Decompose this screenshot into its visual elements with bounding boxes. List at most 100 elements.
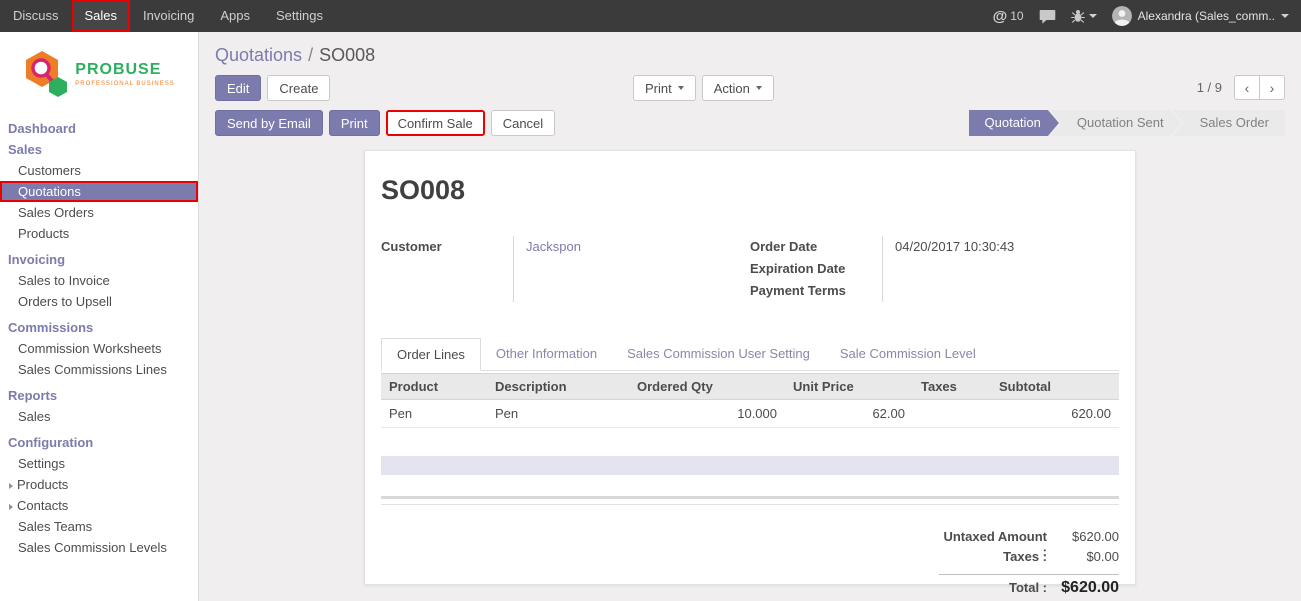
probuse-logo-icon: [23, 49, 69, 99]
chevron-down-icon: [756, 86, 762, 90]
sidebar: PROBUSE PROFESSIONAL BUSINESS Dashboard …: [0, 32, 199, 601]
sidebar-item-settings[interactable]: Settings: [0, 453, 198, 474]
pager: ‹ ›: [1234, 75, 1285, 100]
avatar: [1112, 6, 1132, 26]
breadcrumb: Quotations / SO008: [215, 44, 1285, 66]
taxes-label: Taxes :: [939, 549, 1047, 564]
sidebar-item-products[interactable]: Products: [0, 223, 198, 244]
breadcrumb-separator: /: [308, 45, 313, 65]
field-groups: Customer Jackspon Order Date Expiration …: [381, 236, 1119, 302]
cell-taxes: [913, 400, 991, 428]
send-by-email-button[interactable]: Send by Email: [215, 110, 323, 136]
topbar-menu-settings[interactable]: Settings: [263, 0, 336, 32]
sidebar-heading-sales[interactable]: Sales: [0, 139, 198, 160]
activities-button[interactable]: @ 10: [993, 8, 1024, 25]
column-unit-price[interactable]: Unit Price: [785, 374, 913, 400]
sidebar-item-customers[interactable]: Customers: [0, 160, 198, 181]
sidebar-item-orders-to-upsell[interactable]: Orders to Upsell: [0, 291, 198, 312]
print-dropdown-button[interactable]: Print: [633, 75, 696, 101]
cell-subtotal: 620.00: [991, 400, 1119, 428]
taxes-value: $0.00: [1047, 549, 1119, 564]
action-bar: Send by Email Print Confirm Sale Cancel …: [215, 110, 1285, 136]
pager-previous-button[interactable]: ‹: [1234, 75, 1260, 100]
topbar-menus: Discuss Sales Invoicing Apps Settings: [0, 0, 336, 32]
sidebar-item-sales-orders[interactable]: Sales Orders: [0, 202, 198, 223]
table-header-row: Product Description Ordered Qty Unit Pri…: [381, 374, 1119, 400]
confirm-sale-button[interactable]: Confirm Sale: [386, 110, 485, 136]
control-panel-buttons-row: Edit Create Print Action 1 / 9 ‹ ›: [215, 75, 1285, 101]
column-taxes[interactable]: Taxes: [913, 374, 991, 400]
chevron-down-icon: [1089, 14, 1097, 18]
logo-subtitle: PROFESSIONAL BUSINESS: [75, 81, 174, 87]
column-product[interactable]: Product: [381, 374, 487, 400]
sidebar-item-quotations[interactable]: Quotations: [0, 181, 198, 202]
chevron-right-icon: [9, 483, 13, 489]
content-area: Quotations / SO008 Edit Create Print Actio…: [199, 32, 1301, 601]
status-quotation-sent[interactable]: Quotation Sent: [1050, 110, 1182, 136]
sidebar-heading-commissions[interactable]: Commissions: [0, 317, 198, 338]
totals-divider: [939, 574, 1119, 575]
chevron-down-icon: [1281, 14, 1289, 18]
tab-sale-commission-level[interactable]: Sale Commission Level: [825, 338, 991, 370]
customer-value[interactable]: Jackspon: [526, 236, 750, 258]
sidebar-item-sales-commission-levels[interactable]: Sales Commission Levels: [0, 537, 198, 558]
customer-label: Customer: [381, 236, 513, 258]
messages-button[interactable]: [1039, 9, 1056, 24]
form-view: SO008 Customer Jackspon Or: [199, 136, 1301, 601]
quotation-sheet: SO008 Customer Jackspon Or: [364, 150, 1136, 585]
breadcrumb-quotations[interactable]: Quotations: [215, 45, 302, 65]
separator-thick: [381, 496, 1119, 499]
user-menu[interactable]: Alexandra (Sales_comm..: [1112, 6, 1289, 26]
chevron-down-icon: [678, 86, 684, 90]
sidebar-heading-configuration[interactable]: Configuration: [0, 432, 198, 453]
order-line-row[interactable]: Pen Pen 10.000 62.00 620.00: [381, 400, 1119, 428]
topbar-menu-invoicing[interactable]: Invoicing: [130, 0, 207, 32]
expiration-date-value: [895, 258, 1119, 280]
column-ordered-qty[interactable]: Ordered Qty: [629, 374, 785, 400]
column-subtotal[interactable]: Subtotal: [991, 374, 1119, 400]
sidebar-item-dashboard[interactable]: Dashboard: [0, 118, 198, 139]
separator-thin: [381, 504, 1119, 505]
topbar-menu-apps[interactable]: Apps: [207, 0, 263, 32]
print-button[interactable]: Print: [329, 110, 380, 136]
sidebar-item-contacts[interactable]: Contacts: [0, 495, 198, 516]
topbar-systray: @ 10 Alexandra (Sales_comm..: [993, 0, 1301, 32]
sidebar-item-sales-commissions-lines[interactable]: Sales Commissions Lines: [0, 359, 198, 380]
status-quotation[interactable]: Quotation: [969, 110, 1059, 136]
app-window: Discuss Sales Invoicing Apps Settings @ …: [0, 0, 1301, 601]
status-sales-order[interactable]: Sales Order: [1173, 110, 1285, 136]
sidebar-item-config-products[interactable]: Products: [0, 474, 198, 495]
user-name: Alexandra (Sales_comm..: [1138, 9, 1275, 23]
tab-sales-commission-user-setting[interactable]: Sales Commission User Setting: [612, 338, 825, 370]
tab-other-information[interactable]: Other Information: [481, 338, 612, 370]
topbar-menu-sales[interactable]: Sales: [72, 0, 131, 32]
at-icon: @: [993, 8, 1008, 25]
action-dropdown-button[interactable]: Action: [702, 75, 774, 101]
total-value: $620.00: [1047, 579, 1119, 597]
sidebar-heading-invoicing[interactable]: Invoicing: [0, 249, 198, 270]
order-lines-table: Product Description Ordered Qty Unit Pri…: [381, 373, 1119, 428]
record-title: SO008: [381, 175, 1119, 206]
payment-terms-label: Payment Terms: [750, 280, 882, 302]
order-date-value: 04/20/2017 10:30:43: [895, 236, 1119, 258]
sidebar-item-commission-worksheets[interactable]: Commission Worksheets: [0, 338, 198, 359]
breadcrumb-current: SO008: [319, 45, 375, 65]
pager-next-button[interactable]: ›: [1259, 75, 1285, 100]
create-button[interactable]: Create: [267, 75, 330, 101]
cancel-button[interactable]: Cancel: [491, 110, 555, 136]
cell-ordered-qty: 10.000: [629, 400, 785, 428]
sidebar-item-reports-sales[interactable]: Sales: [0, 406, 198, 427]
debug-menu-button[interactable]: [1071, 9, 1097, 23]
edit-button[interactable]: Edit: [215, 75, 261, 101]
tab-order-lines[interactable]: Order Lines: [381, 338, 481, 371]
sidebar-item-sales-teams[interactable]: Sales Teams: [0, 516, 198, 537]
activities-count: 10: [1010, 9, 1023, 23]
sidebar-item-sales-to-invoice[interactable]: Sales to Invoice: [0, 270, 198, 291]
topbar-menu-discuss[interactable]: Discuss: [0, 0, 72, 32]
total-label: Total :: [939, 580, 1047, 595]
sidebar-heading-reports[interactable]: Reports: [0, 385, 198, 406]
control-panel: Quotations / SO008 Edit Create Print Actio…: [199, 32, 1301, 136]
bug-icon: [1071, 9, 1085, 23]
probuse-logo[interactable]: PROBUSE PROFESSIONAL BUSINESS: [15, 44, 183, 104]
column-description[interactable]: Description: [487, 374, 629, 400]
